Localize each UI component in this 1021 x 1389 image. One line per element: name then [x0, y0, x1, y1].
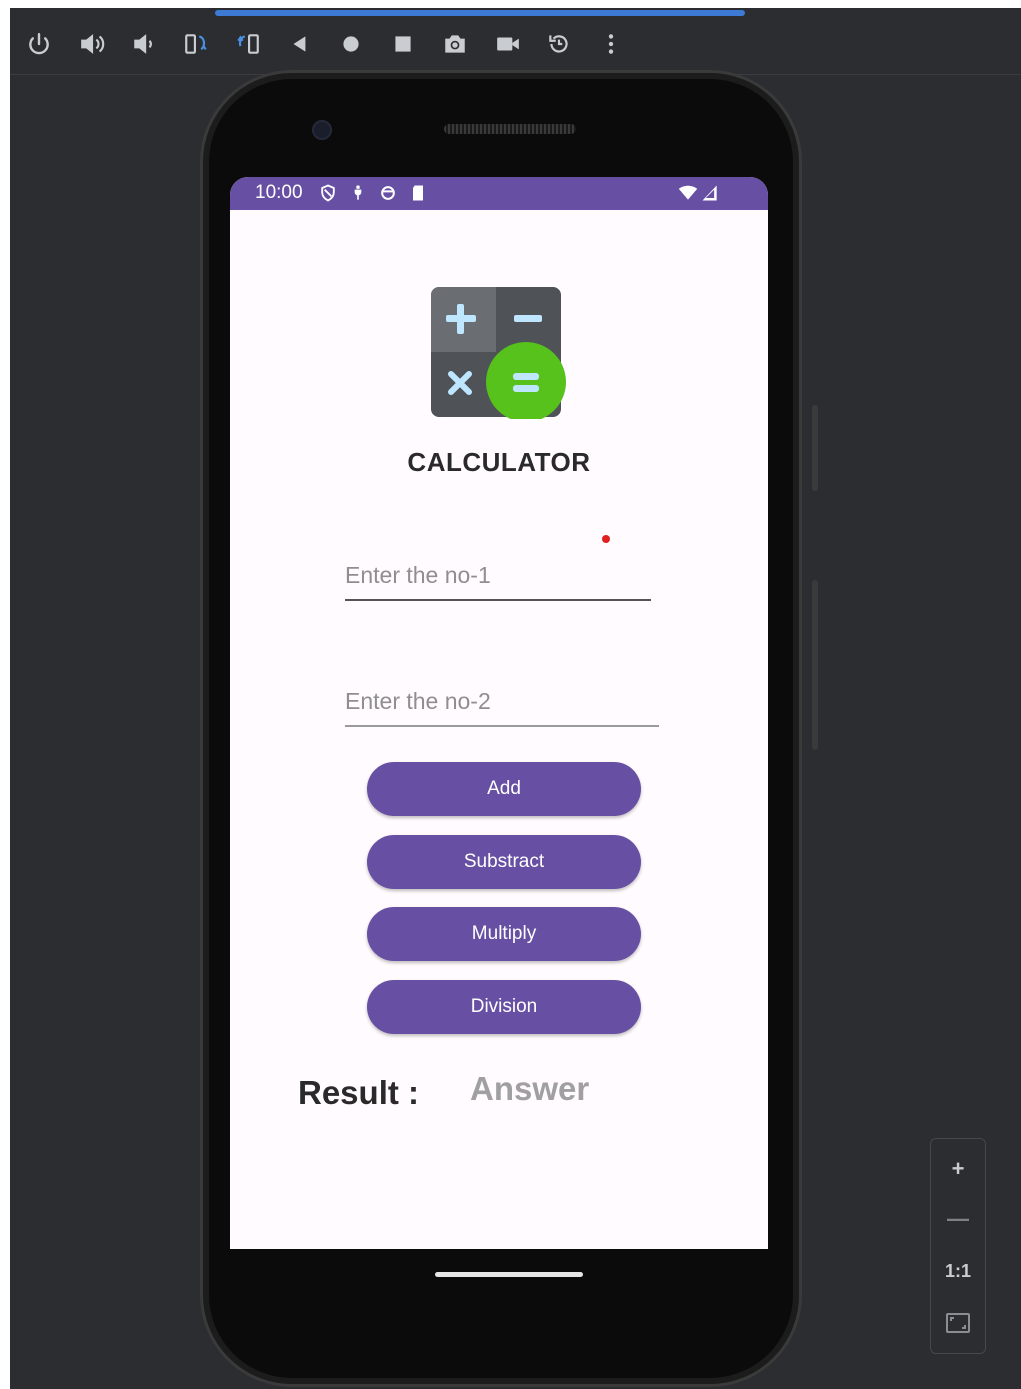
division-button[interactable]: Division: [367, 980, 641, 1034]
screenshot-icon[interactable]: [439, 28, 471, 60]
phone-screen: 10:00 CALCULATOR Enter the no-1 Enter th…: [230, 177, 768, 1249]
gesture-nav-handle[interactable]: [435, 1272, 583, 1277]
front-camera: [312, 120, 332, 140]
power-side-key: [812, 405, 818, 491]
number-1-input[interactable]: [345, 551, 651, 601]
result-value: Answer: [470, 1070, 590, 1107]
multiply-button[interactable]: Multiply: [367, 907, 641, 961]
zoom-out-button[interactable]: —: [931, 1197, 985, 1241]
overview-icon[interactable]: [387, 28, 419, 60]
wifi-icon: [678, 183, 698, 203]
actual-size-button[interactable]: 1:1: [931, 1249, 985, 1293]
earpiece-speaker: [444, 124, 576, 134]
usb-debug-icon: [348, 183, 368, 203]
subtract-button[interactable]: Substract: [367, 835, 641, 889]
zoom-panel: + — 1:1: [930, 1138, 986, 1354]
shield-icon: [318, 183, 338, 203]
result-label: Result :: [298, 1074, 420, 1111]
add-button[interactable]: Add: [367, 762, 641, 816]
number-2-input[interactable]: [345, 677, 659, 727]
more-icon[interactable]: [595, 28, 627, 60]
back-icon[interactable]: [284, 28, 316, 60]
rotate-left-icon[interactable]: [180, 28, 212, 60]
screen-record-icon[interactable]: [492, 28, 524, 60]
fit-screen-icon[interactable]: [931, 1301, 985, 1345]
emulator-toolbar: [10, 8, 1021, 75]
data-saver-icon: [378, 183, 398, 203]
loading-progress-bar: [215, 10, 745, 16]
rotate-right-icon[interactable]: [232, 28, 264, 60]
power-icon[interactable]: [23, 28, 55, 60]
cellular-signal-icon: [700, 183, 720, 203]
status-bar: 10:00: [230, 177, 768, 210]
status-time: 10:00: [255, 182, 303, 203]
touch-indicator-dot: [602, 535, 610, 543]
volume-up-icon[interactable]: [76, 28, 108, 60]
volume-side-key: [812, 580, 818, 750]
calculator-logo-icon: [428, 277, 570, 422]
zoom-in-button[interactable]: +: [931, 1147, 985, 1191]
volume-down-icon[interactable]: [128, 28, 160, 60]
home-icon[interactable]: [335, 28, 367, 60]
snapshot-restore-icon[interactable]: [543, 28, 575, 60]
app-title: CALCULATOR: [407, 447, 591, 477]
sd-card-icon: [408, 183, 428, 203]
